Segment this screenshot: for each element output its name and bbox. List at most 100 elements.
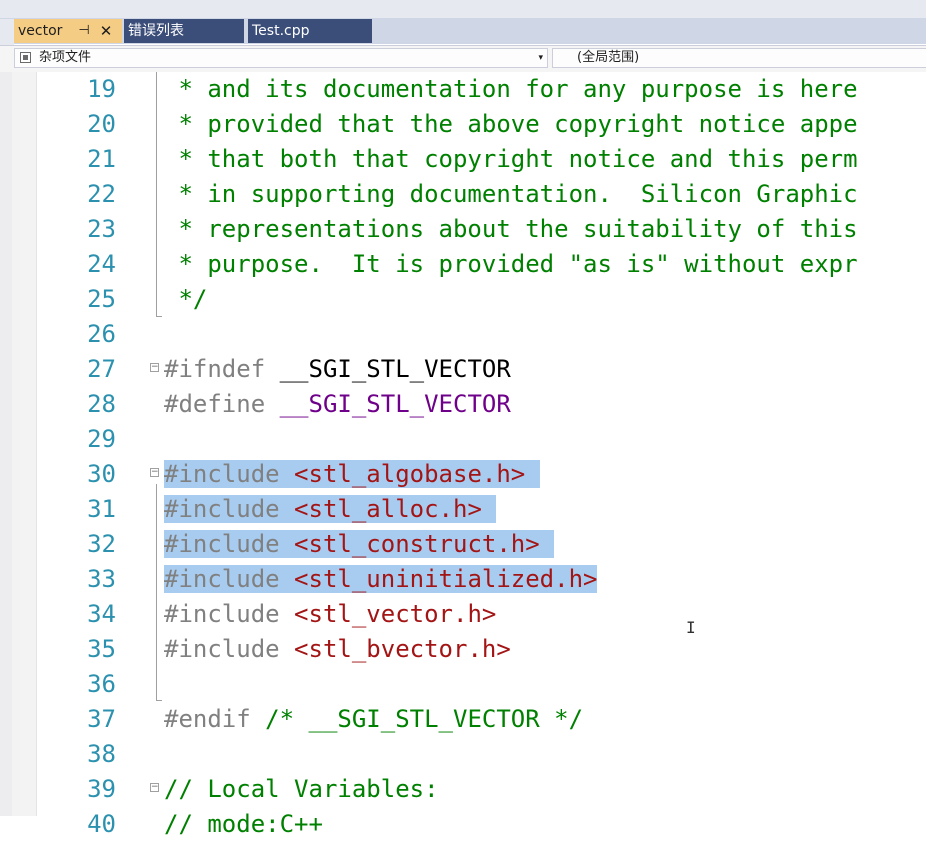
- code-line[interactable]: 30 − #include <stl_algobase.h>: [0, 457, 926, 492]
- fold-toggle-icon[interactable]: −: [150, 783, 159, 792]
- outline-guide: [156, 72, 157, 316]
- code-token: // mode:C++: [164, 810, 323, 838]
- code-line[interactable]: 25 */: [0, 282, 926, 317]
- text-cursor-icon: I: [686, 618, 696, 637]
- code-token: <stl_construct.h>: [294, 530, 540, 558]
- code-token: <stl_uninitialized.h>: [294, 565, 598, 593]
- code-token: */: [164, 285, 208, 313]
- scope-dropdown[interactable]: (全局范围): [552, 48, 926, 68]
- document-tab-bar: vector ⊣ ✕ 错误列表 Test.cpp: [0, 0, 926, 45]
- line-number: 32: [87, 530, 116, 558]
- code-text: #include <stl_uninitialized.h>: [164, 562, 598, 597]
- tab-label: 错误列表: [128, 23, 184, 39]
- tab-label: Test.cpp: [252, 23, 310, 39]
- line-number: 30: [87, 460, 116, 488]
- line-number: 31: [87, 495, 116, 523]
- code-token: __SGI_STL_VECTOR: [265, 355, 511, 383]
- code-token: <stl_algobase.h>: [294, 460, 526, 488]
- tab-error-list[interactable]: 错误列表: [124, 19, 244, 43]
- code-text: * that both that copyright notice and th…: [164, 142, 858, 177]
- code-line[interactable]: 38: [0, 737, 926, 772]
- fold-toggle-icon[interactable]: −: [150, 468, 159, 477]
- code-text: #define __SGI_STL_VECTOR: [164, 387, 511, 422]
- tab-vector[interactable]: vector ⊣ ✕: [14, 19, 122, 43]
- code-text: // mode:C++: [164, 807, 323, 842]
- code-line[interactable]: 29: [0, 422, 926, 457]
- tab-label: vector: [18, 23, 63, 39]
- code-token: [279, 530, 295, 558]
- chevron-down-icon: ▾: [538, 53, 543, 63]
- close-icon[interactable]: ✕: [98, 19, 114, 43]
- code-line[interactable]: 33 #include <stl_uninitialized.h>: [0, 562, 926, 597]
- code-token: #include: [164, 565, 280, 593]
- code-line[interactable]: 34 #include <stl_vector.h>: [0, 597, 926, 632]
- code-line[interactable]: 36: [0, 667, 926, 702]
- tab-strip-background: [0, 0, 926, 18]
- outline-guide: [156, 484, 157, 700]
- code-token: #include: [164, 460, 280, 488]
- code-line[interactable]: 40 // mode:C++: [0, 807, 926, 842]
- line-number: 26: [87, 320, 116, 348]
- code-token: [279, 460, 295, 488]
- code-line[interactable]: 35 #include <stl_bvector.h>: [0, 632, 926, 667]
- code-line[interactable]: 20 * provided that the above copyright n…: [0, 107, 926, 142]
- code-line[interactable]: 37 #endif /* __SGI_STL_VECTOR */: [0, 702, 926, 737]
- code-line[interactable]: 26: [0, 317, 926, 352]
- scope-label: (全局范围): [577, 50, 640, 65]
- code-token: <stl_bvector.h>: [294, 635, 511, 663]
- code-token: #ifndef: [164, 355, 266, 383]
- code-token: #include: [164, 530, 280, 558]
- code-text: // Local Variables:: [164, 772, 439, 807]
- code-line[interactable]: 39 −// Local Variables:: [0, 772, 926, 807]
- line-number: 39: [87, 775, 116, 803]
- code-line[interactable]: 21 * that both that copyright notice and…: [0, 142, 926, 177]
- pin-icon[interactable]: ⊣: [76, 19, 92, 43]
- code-line[interactable]: 31 #include <stl_alloc.h>: [0, 492, 926, 527]
- code-line[interactable]: 23 * representations about the suitabili…: [0, 212, 926, 247]
- code-text: * provided that the above copyright noti…: [164, 107, 858, 142]
- code-token: * representations about the suitability …: [164, 215, 858, 243]
- code-token: /* __SGI_STL_VECTOR */: [265, 705, 584, 733]
- project-dropdown[interactable]: 杂项文件 ▾: [14, 48, 548, 68]
- code-text: #include <stl_alloc.h>: [164, 492, 497, 527]
- line-number: 33: [87, 565, 116, 593]
- code-text: * representations about the suitability …: [164, 212, 858, 247]
- line-number: 38: [87, 740, 116, 768]
- code-text: #endif /* __SGI_STL_VECTOR */: [164, 702, 583, 737]
- code-text: * in supporting documentation. Silicon G…: [164, 177, 857, 212]
- line-number: 34: [87, 600, 116, 628]
- code-text: * and its documentation for any purpose …: [164, 72, 857, 107]
- project-label: 杂项文件: [39, 50, 92, 65]
- code-token: [279, 565, 295, 593]
- code-editor[interactable]: 19 * and its documentation for any purpo…: [0, 72, 926, 838]
- line-number: 36: [87, 670, 116, 698]
- line-number: 37: [87, 705, 116, 733]
- navigation-bar: 杂项文件 ▾ (全局范围): [0, 45, 926, 73]
- code-line[interactable]: 24 * purpose. It is provided "as is" wit…: [0, 247, 926, 282]
- code-line[interactable]: 32 #include <stl_construct.h>: [0, 527, 926, 562]
- code-token: * that both that copyright notice and th…: [164, 145, 858, 173]
- line-number: 20: [87, 110, 116, 138]
- code-text: * purpose. It is provided "as is" withou…: [164, 247, 857, 282]
- code-text: #include <stl_algobase.h>: [164, 457, 540, 492]
- tab-strip-left-edge: [0, 19, 14, 45]
- line-number: 22: [87, 180, 116, 208]
- code-token: * provided that the above copyright noti…: [164, 110, 858, 138]
- line-number: 40: [87, 810, 116, 838]
- code-token: #include: [164, 495, 280, 523]
- code-text: #include <stl_construct.h>: [164, 527, 555, 562]
- code-line[interactable]: 19 * and its documentation for any purpo…: [0, 72, 926, 107]
- fold-toggle-icon[interactable]: −: [150, 363, 159, 372]
- code-line[interactable]: 22 * in supporting documentation. Silico…: [0, 177, 926, 212]
- code-token: [525, 460, 540, 488]
- outline-guide-end: [156, 316, 162, 317]
- code-line[interactable]: 27 − #ifndef __SGI_STL_VECTOR: [0, 352, 926, 387]
- code-line[interactable]: 28 #define __SGI_STL_VECTOR: [0, 387, 926, 422]
- code-text: #include <stl_bvector.h>: [164, 632, 511, 667]
- code-token: #include: [164, 600, 280, 628]
- line-number: 27: [87, 355, 116, 383]
- tab-test-cpp[interactable]: Test.cpp: [248, 19, 372, 43]
